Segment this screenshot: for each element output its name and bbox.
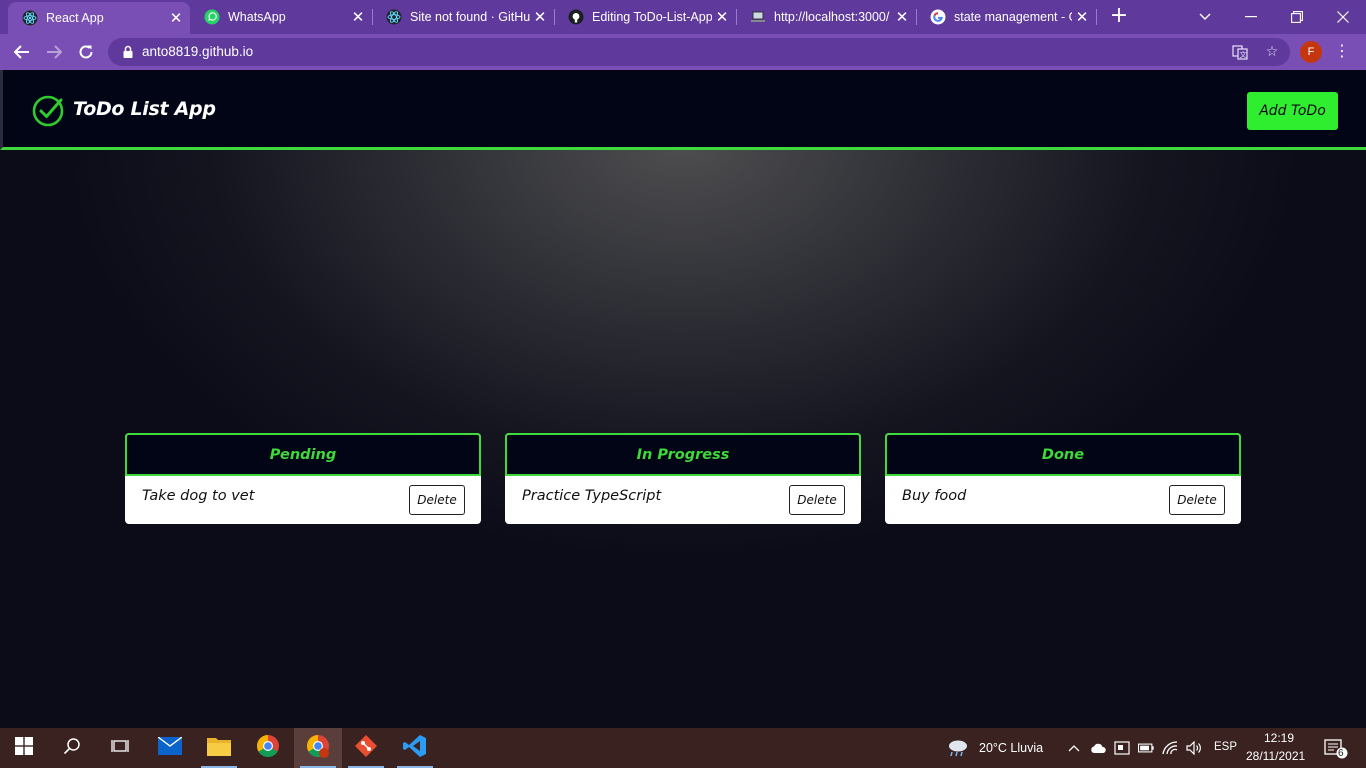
tab-editing-todo-list-app[interactable]: Editing ToDo-List-App ✕ bbox=[554, 0, 736, 34]
close-window-button[interactable] bbox=[1320, 0, 1366, 34]
tab-title: Site not found · GitHu bbox=[410, 10, 530, 24]
github-icon bbox=[568, 9, 584, 25]
delete-button[interactable]: Delete bbox=[789, 485, 845, 515]
react-icon bbox=[22, 10, 38, 26]
vscode-app-button[interactable] bbox=[391, 728, 439, 768]
whatsapp-icon bbox=[204, 9, 220, 25]
column-done: Done Buy food Delete bbox=[885, 433, 1241, 524]
windows-taskbar: 20°C Lluvia ESP 12:19 28/11/2021 6 bbox=[0, 728, 1366, 768]
tab-localhost[interactable]: http://localhost:3000/ ✕ bbox=[736, 0, 916, 34]
device-icon[interactable] bbox=[1114, 740, 1130, 756]
chrome-profile-app-button[interactable] bbox=[294, 728, 342, 768]
file-explorer-button[interactable] bbox=[195, 728, 243, 768]
task-item: Buy food Delete bbox=[885, 476, 1241, 524]
back-button[interactable] bbox=[10, 40, 34, 64]
task-view-button[interactable] bbox=[96, 728, 144, 768]
column-title: Done bbox=[885, 433, 1241, 476]
browser-tab-strip: React App ✕ WhatsApp ✕ Site not found · … bbox=[0, 0, 1366, 34]
tab-separator bbox=[1096, 9, 1097, 25]
weather-text[interactable]: 20°C Lluvia bbox=[979, 741, 1043, 755]
close-icon[interactable]: ✕ bbox=[348, 7, 368, 27]
google-icon bbox=[930, 9, 946, 25]
delete-button[interactable]: Delete bbox=[1169, 485, 1225, 515]
close-icon[interactable]: ✕ bbox=[530, 7, 550, 27]
notification-icon[interactable] bbox=[1324, 739, 1348, 759]
start-button[interactable] bbox=[0, 728, 48, 768]
menu-kebab-icon[interactable]: ⋮ bbox=[1334, 42, 1350, 62]
tab-whatsapp[interactable]: WhatsApp ✕ bbox=[190, 0, 372, 34]
close-icon[interactable]: ✕ bbox=[712, 7, 732, 27]
restore-button[interactable] bbox=[1274, 0, 1320, 34]
close-icon[interactable]: ✕ bbox=[1072, 7, 1092, 27]
app-header: ToDo List App Add ToDo bbox=[0, 70, 1366, 150]
address-bar[interactable]: anto8819.github.io 文 ☆ bbox=[108, 38, 1290, 66]
tab-search-chevron-icon[interactable] bbox=[1182, 0, 1228, 34]
search-icon bbox=[63, 737, 81, 759]
tab-react-app[interactable]: React App ✕ bbox=[8, 2, 190, 34]
add-todo-button[interactable]: Add ToDo bbox=[1247, 92, 1338, 130]
translate-icon[interactable]: 文 bbox=[1232, 44, 1248, 60]
delete-button[interactable]: Delete bbox=[409, 485, 465, 515]
vscode-icon bbox=[403, 734, 427, 762]
todo-board: Pending Take dog to vet Delete In Progre… bbox=[125, 433, 1241, 525]
column-title: Pending bbox=[125, 433, 481, 476]
mail-app-button[interactable] bbox=[146, 728, 194, 768]
column-in-progress: In Progress Practice TypeScript Delete bbox=[505, 433, 861, 524]
tab-title: Editing ToDo-List-App bbox=[592, 10, 712, 24]
task-item: Practice TypeScript Delete bbox=[505, 476, 861, 524]
chevron-up-icon[interactable] bbox=[1066, 740, 1082, 756]
task-item: Take dog to vet Delete bbox=[125, 476, 481, 524]
forward-button[interactable] bbox=[42, 40, 66, 64]
clock-time[interactable]: 12:19 bbox=[1264, 731, 1294, 745]
tab-title: http://localhost:3000/ bbox=[774, 10, 890, 24]
notification-count: 6 bbox=[1338, 748, 1344, 759]
task-text: Take dog to vet bbox=[142, 488, 255, 504]
tab-site-not-found[interactable]: Site not found · GitHu ✕ bbox=[372, 0, 554, 34]
tab-title: WhatsApp bbox=[228, 10, 286, 24]
git-app-button[interactable] bbox=[342, 728, 390, 768]
tab-title: React App bbox=[46, 11, 104, 25]
tab-state-management[interactable]: state management - G ✕ bbox=[916, 0, 1096, 34]
lock-icon bbox=[120, 44, 136, 60]
task-view-icon bbox=[111, 737, 129, 759]
column-title: In Progress bbox=[505, 433, 861, 476]
windows-logo-icon bbox=[15, 737, 33, 759]
chrome-app-button[interactable] bbox=[244, 728, 292, 768]
page-viewport: ToDo List App Add ToDo Pending Take dog … bbox=[0, 70, 1366, 728]
browser-toolbar: anto8819.github.io 文 ☆ F ⋮ bbox=[0, 34, 1366, 70]
clock-date[interactable]: 28/11/2021 bbox=[1246, 749, 1305, 763]
svg-text:文: 文 bbox=[1240, 50, 1247, 59]
close-icon[interactable]: ✕ bbox=[166, 8, 186, 28]
search-button[interactable] bbox=[48, 728, 96, 768]
weather-rain-icon[interactable] bbox=[947, 738, 969, 758]
new-tab-button[interactable]: + bbox=[1108, 5, 1130, 28]
profile-avatar[interactable]: F bbox=[1300, 41, 1322, 63]
column-pending: Pending Take dog to vet Delete bbox=[125, 433, 481, 524]
volume-icon[interactable] bbox=[1186, 740, 1202, 756]
task-text: Buy food bbox=[902, 488, 967, 504]
check-circle-icon bbox=[31, 94, 65, 128]
onedrive-cloud-icon[interactable] bbox=[1090, 740, 1106, 756]
laptop-icon bbox=[750, 9, 766, 25]
url-text: anto8819.github.io bbox=[142, 44, 254, 59]
minimize-button[interactable] bbox=[1228, 0, 1274, 34]
close-icon[interactable]: ✕ bbox=[892, 7, 912, 27]
chrome-icon bbox=[306, 734, 330, 762]
mail-icon bbox=[157, 736, 183, 759]
folder-icon bbox=[207, 736, 231, 760]
chrome-icon bbox=[256, 734, 280, 762]
git-icon bbox=[354, 734, 378, 762]
app-title: ToDo List App bbox=[73, 98, 216, 120]
react-icon bbox=[386, 9, 402, 25]
reload-button[interactable] bbox=[74, 40, 98, 64]
task-text: Practice TypeScript bbox=[522, 488, 662, 504]
wifi-icon[interactable] bbox=[1162, 740, 1178, 756]
battery-icon[interactable] bbox=[1138, 740, 1154, 756]
language-indicator[interactable]: ESP bbox=[1214, 741, 1237, 753]
tab-title: state management - G bbox=[954, 10, 1072, 24]
bookmark-star-icon[interactable]: ☆ bbox=[1264, 44, 1280, 60]
